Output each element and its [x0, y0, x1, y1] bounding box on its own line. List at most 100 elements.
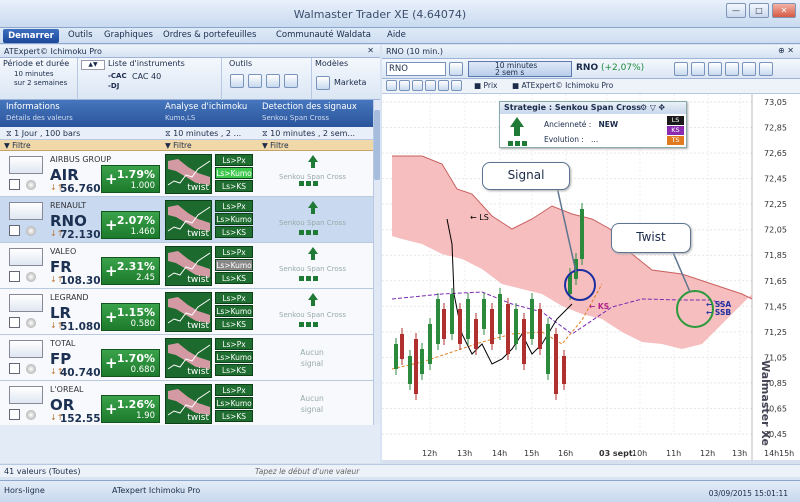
x-tick-label: 14h [492, 449, 507, 458]
ichimoku-mini-chart[interactable]: twist [165, 200, 212, 240]
info-period-dropdown[interactable]: ⧖ 1 Jour , 100 bars [6, 129, 80, 139]
mini-chart-thumb[interactable] [9, 340, 43, 358]
mini-chart-thumb[interactable] [9, 294, 43, 312]
signal-cell[interactable]: Aucun signal [260, 335, 365, 381]
sort-tool-icon[interactable] [284, 74, 298, 88]
title-bar: Walmaster Trader XE (4.64074) — □ ✕ [0, 0, 800, 28]
close-button[interactable]: ✕ [772, 3, 796, 18]
list-a: -CAC [108, 72, 127, 80]
line-tool-icon[interactable] [386, 80, 397, 91]
strategy-up-arrow-icon [510, 117, 524, 127]
row-checkbox[interactable] [9, 179, 20, 190]
ichimoku-mini-chart[interactable]: twist [165, 154, 212, 194]
maximize-button[interactable]: □ [749, 3, 769, 18]
ssb-label: ← SSB [706, 308, 731, 317]
menu-graphiques[interactable]: Graphiques [104, 30, 153, 40]
signal-cell[interactable]: Senkou Span Cross [260, 243, 365, 289]
instrument-row[interactable]: TOTAL FP ↓↑ 40.740 + 1.70% 0.680 twist L… [0, 335, 373, 381]
instrument-row[interactable]: AIRBUS GROUP AIR ↓↑ 56.760 + 1.79% 1.000… [0, 151, 373, 197]
minimize-button[interactable]: — [726, 3, 746, 18]
twist-label: twist [187, 183, 209, 193]
chart-panel-close-icon[interactable]: ⊕ ✕ [778, 46, 794, 55]
signal-callout: Signal [482, 162, 570, 190]
alert-icon[interactable] [708, 62, 722, 76]
start-button[interactable]: Demarrer [3, 29, 59, 43]
signal-cell[interactable]: Senkou Span Cross [260, 197, 365, 243]
signal-tag: Ls>KS [215, 364, 253, 376]
change-pct: 1.26% [116, 398, 155, 411]
mini-chart-thumb[interactable] [9, 202, 43, 220]
ticker: LR [50, 304, 72, 322]
instrument-row[interactable]: L'OREAL OR ↓↑ 152.55 + 1.26% 1.90 twist … [0, 381, 373, 427]
ribbon-list[interactable]: Liste d'instruments ▲▼ -CAC -DJ CAC 40 [78, 58, 222, 100]
lock-icon[interactable] [759, 62, 773, 76]
pin-icon[interactable] [725, 62, 739, 76]
zoom-tool-icon[interactable] [451, 80, 462, 91]
left-panel-close-icon[interactable]: ✕ [367, 46, 374, 55]
ichimoku-mini-chart[interactable]: twist [165, 292, 212, 332]
expert-toggle[interactable]: ■ ATExpert© Ichimoku Pro [512, 81, 613, 90]
draw-icon[interactable] [691, 62, 705, 76]
fib-tool-icon[interactable] [425, 80, 436, 91]
row-checkbox[interactable] [9, 225, 20, 236]
target-icon[interactable] [742, 62, 756, 76]
instrument-row[interactable]: RENAULT RNO ↓↑ 72.130 + 2.07% 1.460 twis… [0, 197, 373, 243]
tools-icon[interactable] [674, 62, 688, 76]
last-price: 108.30 [60, 275, 101, 287]
book-icon[interactable] [449, 62, 463, 76]
row-checkbox[interactable] [9, 363, 20, 374]
quote-ticker: RNO [576, 63, 599, 73]
signal-cell[interactable]: Senkou Span Cross [260, 289, 365, 335]
signal-cell[interactable]: Aucun signal [260, 381, 365, 427]
col-info[interactable]: Informations [6, 102, 60, 112]
prix-toggle[interactable]: ■ Prix [474, 81, 497, 90]
period-selector[interactable]: 10 minutes 2 sem s [468, 61, 572, 77]
signal-tags: Ls>Px Ls>Kumo Ls>KS [215, 338, 253, 377]
ribbon-period[interactable]: Période et durée 10 minutes sur 2 semain… [0, 58, 78, 100]
col-signals[interactable]: Detection des signaux [262, 102, 357, 112]
candle-body [580, 209, 584, 259]
instrument-row[interactable]: VALEO FR ↓↑ 108.30 + 2.31% 2.45 twist Ls… [0, 243, 373, 289]
col-ichimoku[interactable]: Analyse d'ichimoku [165, 102, 247, 112]
ichimoku-mini-chart[interactable]: twist [165, 384, 212, 424]
row-checkbox[interactable] [9, 409, 20, 420]
search-input[interactable]: Tapez le début d'une valeur [255, 467, 359, 476]
signal-tag: Ls>Px [215, 200, 253, 212]
price-chart[interactable]: 73,05 72,85 72,65 72,45 72,25 72,05 71,85 71,65… [382, 94, 800, 464]
menu-aide[interactable]: Aide [387, 30, 406, 40]
menu-ordres[interactable]: Ordres & portefeuilles [163, 30, 256, 40]
strategy-filter-icon[interactable]: ⚙ ▽ ✥ [640, 103, 665, 112]
mini-chart-thumb[interactable] [9, 248, 43, 266]
filter-signals[interactable]: ▼ Filtre [262, 141, 289, 150]
row-checkbox[interactable] [9, 317, 20, 328]
export-tool-icon[interactable] [266, 74, 280, 88]
list-tool-icon[interactable] [248, 74, 262, 88]
ichimoku-mini-chart[interactable]: twist [165, 246, 212, 286]
left-panel-header: ATExpert© Ichimoku Pro ✕ [0, 45, 380, 58]
chart-hscroll [382, 460, 800, 464]
ichimoku-mini-chart[interactable]: twist [165, 338, 212, 378]
instrument-row[interactable]: LEGRAND LR ↓↑ 51.080 + 1.15% 0.580 twist… [0, 289, 373, 335]
menu-outils[interactable]: Outils [68, 30, 93, 40]
buy-arrow-stem [311, 253, 315, 260]
status-bar: Hors-ligne ATexpert Ichimoku Pro 03/09/2… [0, 480, 800, 502]
menu-communaute[interactable]: Communauté Waldata [276, 30, 371, 40]
mini-chart-thumb[interactable] [9, 386, 43, 404]
channel-tool-icon[interactable] [438, 80, 449, 91]
signal-cell[interactable]: Senkou Span Cross [260, 151, 365, 197]
symbol-input[interactable]: RNO [386, 62, 446, 76]
text-tool-icon[interactable] [412, 80, 423, 91]
filter-tool-icon[interactable] [230, 74, 244, 88]
ichimoku-period-value: 10 minutes , 2 ... [173, 129, 242, 138]
mini-chart-thumb[interactable] [9, 156, 43, 174]
ribbon-models[interactable]: Modèles Marketa [312, 58, 380, 100]
chart-toolbar-2: ■ Prix ■ ATExpert© Ichimoku Pro [382, 79, 800, 94]
left-scrollbar[interactable] [373, 100, 380, 425]
trend-tool-icon[interactable] [399, 80, 410, 91]
scrollbar-thumb[interactable] [374, 110, 380, 180]
filter-ichimoku[interactable]: ▼ Filtre [165, 141, 192, 150]
signals-period-dropdown[interactable]: ⧖ 10 minutes , 2 sem... [262, 129, 355, 139]
filter-info[interactable]: ▼ Filtre [4, 141, 31, 150]
ichimoku-period-dropdown[interactable]: ⧖ 10 minutes , 2 ... [165, 129, 241, 139]
row-checkbox[interactable] [9, 271, 20, 282]
